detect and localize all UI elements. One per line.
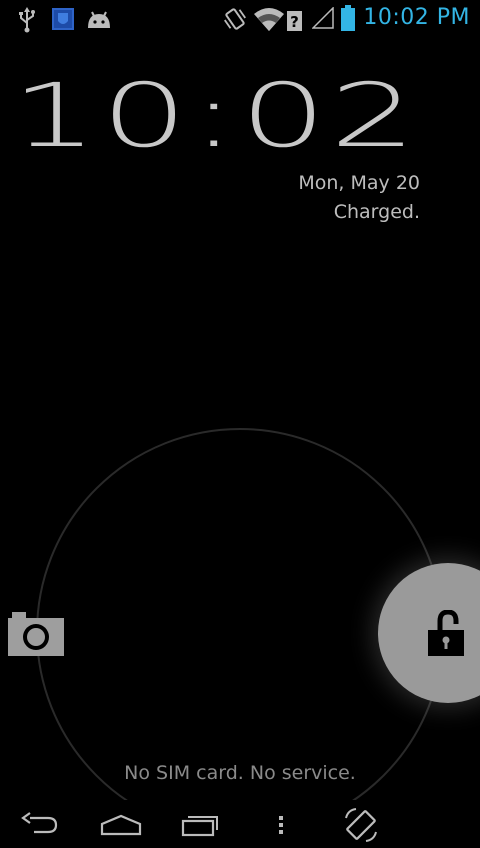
rotate-icon[interactable]: [342, 806, 380, 844]
no-signal-icon: [312, 7, 334, 29]
charge-status: Charged.: [333, 201, 420, 223]
home-icon[interactable]: [99, 812, 143, 838]
status-bar: ? 10:02 PM: [0, 0, 480, 38]
carrier-status: No SIM card. No service.: [124, 762, 356, 784]
svg-text:?: ?: [290, 13, 299, 31]
menu-icon[interactable]: [275, 812, 287, 838]
wifi-unknown-icon: ?: [254, 8, 302, 31]
lock-screen: ? 10:02 PM 10:02 Mon, May 20 Charged. No…: [0, 0, 480, 848]
vibrate-icon: [224, 8, 246, 30]
usb-icon: [19, 7, 35, 33]
camera-icon[interactable]: [8, 610, 64, 656]
status-bar-clock: 10:02 PM: [363, 5, 470, 30]
lockscreen-date: Mon, May 20: [298, 172, 420, 194]
back-icon[interactable]: [20, 812, 60, 838]
android-debug-icon: [88, 11, 110, 28]
lockscreen-clock: 10:02: [11, 64, 420, 167]
recent-apps-icon[interactable]: [180, 812, 222, 838]
battery-full-icon: [341, 5, 355, 31]
navigation-bar: [0, 800, 480, 848]
app-notification-icon: [52, 8, 74, 30]
unlock-icon: [428, 610, 464, 656]
